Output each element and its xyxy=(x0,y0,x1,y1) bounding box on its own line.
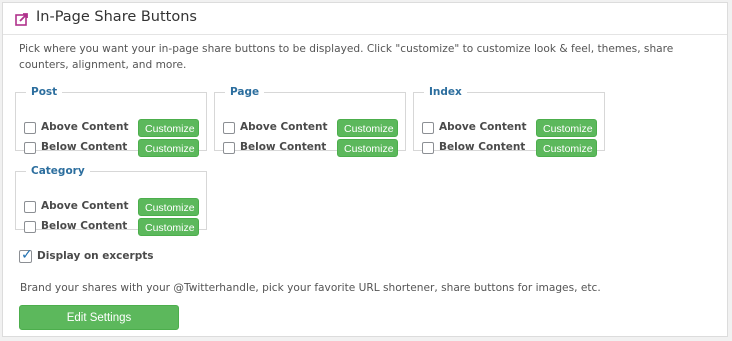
group-category: Category Above Content Customize Below C… xyxy=(15,165,207,236)
option-label: Below Content xyxy=(41,141,128,153)
customize-button[interactable]: Customize xyxy=(536,119,597,137)
share-icon xyxy=(15,13,28,26)
customize-button[interactable]: Customize xyxy=(138,198,199,216)
option-row: Above Content Customize xyxy=(24,118,200,138)
group-index: Index Above Content Customize Below Cont… xyxy=(413,86,605,157)
option-label: Below Content xyxy=(439,141,526,153)
below-content-checkbox[interactable] xyxy=(422,142,434,154)
above-content-checkbox[interactable] xyxy=(223,122,235,134)
option-row: Below Content Customize xyxy=(422,138,598,158)
above-content-checkbox[interactable] xyxy=(24,122,36,134)
below-content-checkbox[interactable] xyxy=(24,142,36,154)
group-legend: Page xyxy=(230,86,260,98)
group-post: Post Above Content Customize Below Conte… xyxy=(15,86,207,157)
group-legend: Post xyxy=(31,86,58,98)
above-content-checkbox[interactable] xyxy=(422,122,434,134)
customize-button[interactable]: Customize xyxy=(337,119,398,137)
option-row: Above Content Customize xyxy=(223,118,399,138)
option-row: Below Content Customize xyxy=(223,138,399,158)
customize-button[interactable]: Customize xyxy=(138,139,199,157)
group-page: Page Above Content Customize Below Conte… xyxy=(214,86,406,157)
option-row: Above Content Customize xyxy=(24,197,200,217)
below-content-checkbox[interactable] xyxy=(223,142,235,154)
option-row: Below Content Customize xyxy=(24,138,200,158)
display-on-excerpts-checkbox[interactable]: ✓ xyxy=(19,247,33,263)
share-settings-panel: In-Page Share Buttons Pick where you wan… xyxy=(2,2,728,337)
group-legend: Index xyxy=(429,86,462,98)
option-label: Above Content xyxy=(240,121,328,133)
edit-settings-button[interactable]: Edit Settings xyxy=(19,305,179,330)
option-row: Below Content Customize xyxy=(24,217,200,237)
checkmark-icon: ✓ xyxy=(21,247,33,263)
customize-button[interactable]: Customize xyxy=(337,139,398,157)
excerpts-label: Display on excerpts xyxy=(37,250,154,262)
above-content-checkbox[interactable] xyxy=(24,201,36,213)
option-label: Below Content xyxy=(240,141,327,153)
option-label: Above Content xyxy=(41,121,129,133)
brand-description: Brand your shares with your @Twitterhand… xyxy=(20,282,601,294)
customize-button[interactable]: Customize xyxy=(138,218,199,236)
panel-header: In-Page Share Buttons xyxy=(3,3,727,35)
customize-button[interactable]: Customize xyxy=(536,139,597,157)
below-content-checkbox[interactable] xyxy=(24,221,36,233)
option-label: Above Content xyxy=(41,200,129,212)
option-row: Above Content Customize xyxy=(422,118,598,138)
customize-button[interactable]: Customize xyxy=(138,119,199,137)
panel-title: In-Page Share Buttons xyxy=(36,9,197,25)
option-label: Above Content xyxy=(439,121,527,133)
group-legend: Category xyxy=(31,165,85,177)
intro-text: Pick where you want your in-page share b… xyxy=(19,43,674,71)
option-label: Below Content xyxy=(41,220,128,232)
